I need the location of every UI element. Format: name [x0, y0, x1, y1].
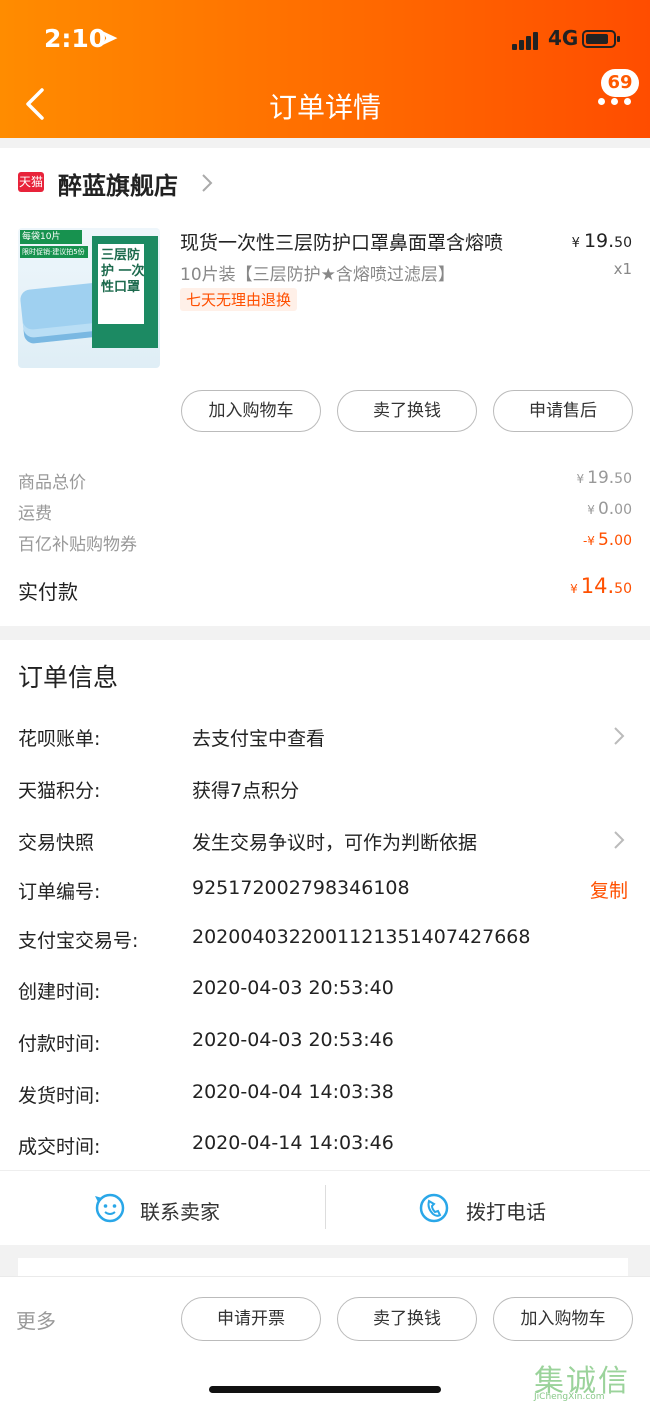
snapshot-link[interactable]: 发生交易争议时，可作为判断依据 [192, 828, 477, 855]
coupon-value: -¥ 5.00 [583, 530, 632, 550]
product-title[interactable]: 现货一次性三层防护口罩鼻面罩含熔喷 [180, 228, 503, 255]
signal-icon [512, 32, 542, 50]
call-phone-button[interactable]: 拨打电话 [326, 1172, 650, 1244]
info-label: 花呗账单: [18, 728, 101, 750]
coupon-int: 5. [597, 530, 615, 550]
divider [0, 1170, 650, 1171]
paid-dec: 50 [614, 581, 632, 597]
cost-dec: 50 [614, 471, 632, 487]
thumb-promo: 限时促销·建议拍5份 [20, 246, 88, 258]
status-time: 2:10 [44, 24, 107, 53]
chevron-right-icon[interactable] [612, 726, 626, 746]
watermark: 集诚信 JiChengXin.com [532, 1356, 650, 1406]
info-label: 成交时间: [18, 1136, 101, 1158]
chat-icon [95, 1193, 125, 1223]
shipping-currency: ¥ [587, 503, 595, 517]
info-label: 创建时间: [18, 981, 101, 1003]
shipping-label: 运费 [18, 504, 52, 524]
info-value: 2020-04-03 20:53:40 [192, 977, 394, 999]
watermark-url: JiChengXin.com [534, 1392, 605, 1402]
info-label: 订单编号: [18, 881, 101, 903]
sell-button[interactable]: 卖了换钱 [337, 1297, 477, 1341]
order-number: 925172002798346108 [192, 877, 410, 899]
shipping-value: ¥0.00 [587, 499, 632, 519]
product-quantity: x1 [613, 260, 632, 278]
page-title: 订单详情 [268, 91, 381, 124]
after-sale-button[interactable]: 申请售后 [493, 390, 633, 432]
price-currency: ¥ [571, 236, 580, 251]
network-label: 4G [548, 26, 579, 50]
info-value: 2020-04-04 14:03:38 [192, 1081, 394, 1103]
paid-value: ¥14.50 [570, 574, 632, 598]
info-label: 交易快照 [18, 832, 95, 854]
tmall-logo: 天猫 [18, 172, 44, 192]
info-label: 发货时间: [18, 1085, 101, 1107]
chevron-right-icon[interactable] [612, 830, 626, 850]
call-phone-label: 拨打电话 [466, 1200, 546, 1224]
paid-int: 14. [580, 574, 615, 598]
copy-button[interactable]: 复制 [590, 876, 628, 903]
coupon-dec: 00 [614, 533, 632, 549]
order-product-card: 天猫 醉蓝旗舰店 三层防护 一次性口罩 每袋10片 限时促销·建议拍5份 现货一… [0, 148, 650, 626]
chevron-right-icon[interactable] [200, 173, 214, 193]
return-policy-tag: 七天无理由退换 [180, 288, 298, 311]
product-price: ¥19.50 [572, 230, 632, 252]
home-indicator[interactable] [209, 1386, 441, 1393]
paid-currency: ¥ [570, 582, 578, 596]
add-to-cart-button[interactable]: 加入购物车 [181, 390, 321, 432]
info-value: 2020-04-14 14:03:46 [192, 1132, 394, 1154]
phone-icon [419, 1193, 449, 1223]
package-text: 三层防护 一次性口罩 [101, 248, 145, 295]
status-bar: 2:10 ➤ 4G [0, 22, 650, 62]
contact-seller-button[interactable]: 联系卖家 [0, 1172, 325, 1244]
info-value: 获得7点积分 [192, 780, 300, 802]
order-info-card: 订单信息 花呗账单: 去支付宝中查看 天猫积分: 获得7点积分 交易快照 发生交… [0, 640, 650, 1245]
coupon-currency: -¥ [582, 534, 595, 548]
product-thumbnail[interactable]: 三层防护 一次性口罩 每袋10片 限时促销·建议拍5份 [18, 228, 160, 368]
contact-seller-label: 联系卖家 [140, 1200, 220, 1224]
info-label: 支付宝交易号: [18, 930, 139, 952]
next-card-peek [18, 1258, 628, 1278]
more-button[interactable]: 更多 [16, 1305, 56, 1334]
price-int: 19. [583, 230, 615, 252]
sell-button[interactable]: 卖了换钱 [337, 390, 477, 432]
thumb-tag: 每袋10片 [20, 230, 82, 244]
shop-name[interactable]: 醉蓝旗舰店 [58, 166, 178, 201]
cost-currency: ¥ [576, 472, 585, 486]
info-label: 天猫积分: [18, 780, 101, 802]
coupon-label: 百亿补贴购物券 [18, 535, 137, 555]
more-icon[interactable] [598, 98, 632, 108]
info-value: 2020-04-03 20:53:46 [192, 1029, 394, 1051]
nav-header: 2:10 ➤ 4G 订单详情 69 [0, 0, 650, 138]
shipping-dec: 00 [614, 502, 632, 518]
battery-icon [582, 30, 620, 48]
cost-label: 商品总价 [18, 473, 86, 493]
location-icon: ➤ [100, 26, 119, 51]
shipping-int: 0. [597, 499, 615, 519]
cost-int: 19. [587, 468, 615, 488]
alipay-trade-number: 2020040322001121351407427668 [192, 926, 531, 948]
huabei-link[interactable]: 去支付宝中查看 [192, 724, 325, 751]
add-to-cart-button[interactable]: 加入购物车 [493, 1297, 633, 1341]
invoice-button[interactable]: 申请开票 [181, 1297, 321, 1341]
paid-label: 实付款 [18, 580, 78, 604]
product-spec: 10片装【三层防护★含熔喷过滤层】 [180, 265, 455, 285]
price-dec: 50 [614, 235, 632, 251]
cost-value: ¥19.50 [576, 468, 632, 488]
notification-badge: 69 [601, 69, 639, 97]
info-label: 付款时间: [18, 1033, 101, 1055]
order-info-title: 订单信息 [18, 663, 119, 692]
